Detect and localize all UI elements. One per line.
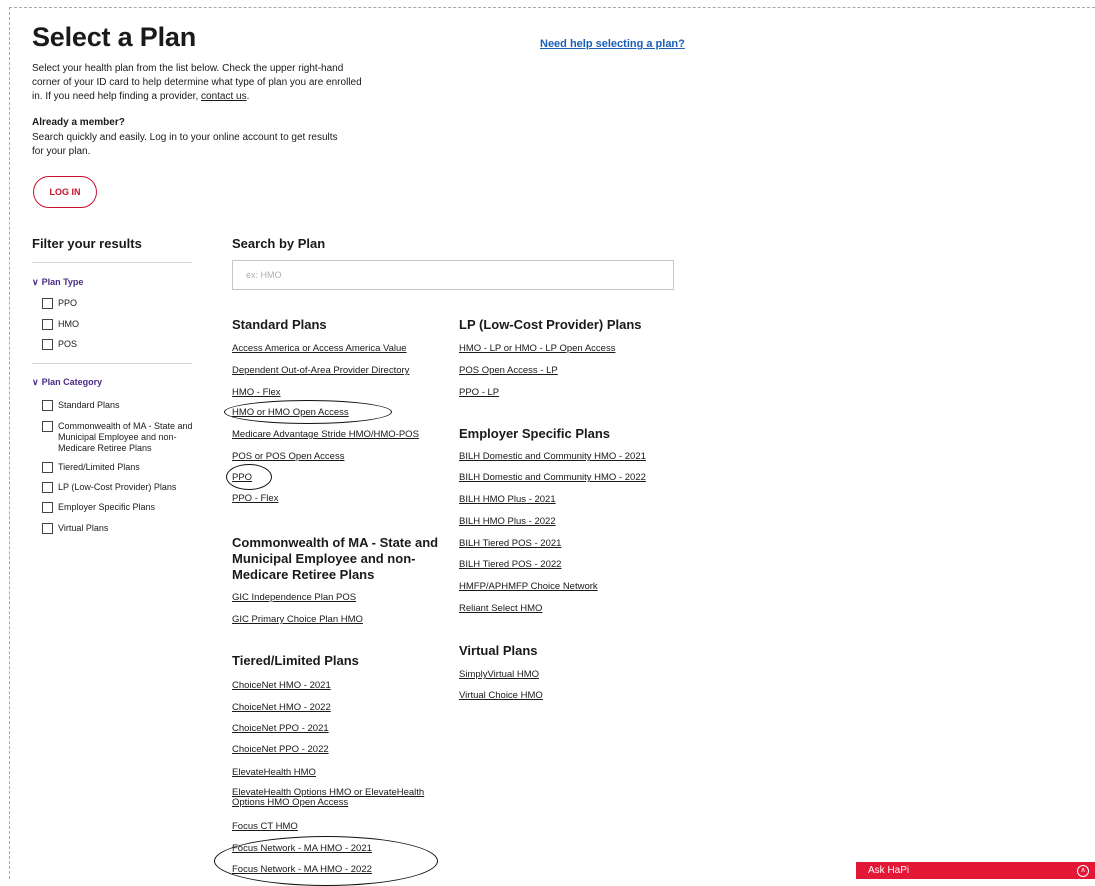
help-selecting-plan-link[interactable]: Need help selecting a plan? — [540, 38, 685, 50]
filter-option-label: Commonwealth of MA - State and Municipal… — [58, 421, 193, 453]
section-heading-virtual: Virtual Plans — [459, 643, 538, 658]
filter-option-label: Employer Specific Plans — [58, 502, 156, 512]
plan-link[interactable]: PPO — [232, 472, 252, 483]
filter-option-ppo[interactable]: PPO — [42, 298, 77, 309]
filter-option-virtual[interactable]: Virtual Plans — [42, 523, 108, 534]
filter-option-label: POS — [58, 339, 78, 349]
filter-option-lp[interactable]: LP (Low-Cost Provider) Plans — [42, 482, 176, 493]
plan-link[interactable]: SimplyVirtual HMO — [459, 669, 539, 680]
plan-link[interactable]: ChoiceNet HMO - 2022 — [232, 702, 331, 713]
chevron-down-icon: ∨ — [32, 277, 39, 287]
chevron-down-icon: ∨ — [32, 377, 39, 387]
plan-link[interactable]: ChoiceNet HMO - 2021 — [232, 680, 331, 691]
plan-link[interactable]: Reliant Select HMO — [459, 603, 542, 614]
checkbox[interactable] — [42, 482, 53, 493]
filter-option-label: LP (Low-Cost Provider) Plans — [58, 482, 177, 492]
ask-hapi-chat-bar[interactable]: Ask HaPi ∧ — [856, 862, 1095, 879]
section-heading-employer: Employer Specific Plans — [459, 426, 611, 441]
section-heading-standard: Standard Plans — [232, 317, 327, 332]
plan-link[interactable]: BILH HMO Plus - 2021 — [459, 494, 556, 505]
plan-link[interactable]: Focus Network - MA HMO - 2022 — [232, 864, 372, 875]
filter-option-commonwealth[interactable]: Commonwealth of MA - State and Municipal… — [42, 421, 202, 454]
plan-link[interactable]: GIC Independence Plan POS — [232, 592, 356, 603]
checkbox[interactable] — [42, 421, 53, 432]
plan-link[interactable]: ChoiceNet PPO - 2022 — [232, 744, 329, 755]
plan-type-toggle[interactable]: ∨ Plan Type — [32, 277, 83, 288]
plan-link[interactable]: Dependent Out-of-Area Provider Directory — [232, 365, 409, 376]
filter-option-pos[interactable]: POS — [42, 339, 77, 350]
filter-option-hmo[interactable]: HMO — [42, 319, 79, 330]
plan-link[interactable]: BILH Tiered POS - 2021 — [459, 538, 561, 549]
plan-link[interactable]: POS or POS Open Access — [232, 451, 344, 462]
filter-divider — [32, 262, 192, 263]
plan-type-label: Plan Type — [41, 277, 84, 287]
dashed-frame-left — [9, 7, 10, 879]
plan-link[interactable]: Focus Network - MA HMO - 2021 — [232, 843, 372, 854]
chevron-up-circle-icon[interactable]: ∧ — [1077, 864, 1089, 877]
intro-text-start: Select your health plan from the list be… — [32, 63, 362, 102]
intro-text: Select your health plan from the list be… — [32, 62, 362, 104]
plan-link[interactable]: HMO - LP or HMO - LP Open Access — [459, 343, 615, 354]
dashed-frame-top — [9, 7, 1095, 8]
checkbox[interactable] — [42, 319, 53, 330]
plan-link[interactable]: BILH HMO Plus - 2022 — [459, 516, 556, 527]
plan-link[interactable]: Access America or Access America Value — [232, 343, 407, 354]
intro-text-end: . — [246, 91, 250, 102]
plan-category-label: Plan Category — [41, 377, 103, 387]
ask-hapi-label: Ask HaPi — [868, 865, 910, 876]
page-title: Select a Plan — [32, 22, 196, 52]
plan-search-input[interactable] — [232, 260, 674, 290]
filter-option-tiered[interactable]: Tiered/Limited Plans — [42, 462, 140, 473]
plan-link[interactable]: Virtual Choice HMO — [459, 690, 543, 701]
checkbox[interactable] — [42, 462, 53, 473]
checkbox[interactable] — [42, 523, 53, 534]
plan-link[interactable]: PPO - Flex — [232, 493, 278, 504]
section-heading-commonwealth: Commonwealth of MA - State and Municipal… — [232, 535, 439, 582]
login-button[interactable]: LOG IN — [33, 176, 97, 208]
filter-option-label: HMO — [58, 319, 79, 329]
filter-divider — [32, 363, 192, 364]
checkbox[interactable] — [42, 400, 53, 411]
plan-link[interactable]: HMO or HMO Open Access — [232, 407, 349, 418]
filter-option-label: Tiered/Limited Plans — [58, 462, 140, 472]
plan-link[interactable]: HMFP/APHMFP Choice Network — [459, 581, 598, 592]
section-heading-lp: LP (Low-Cost Provider) Plans — [459, 317, 642, 332]
plan-category-toggle[interactable]: ∨ Plan Category — [32, 377, 102, 388]
member-heading: Already a member? — [32, 117, 125, 128]
section-heading-tiered: Tiered/Limited Plans — [232, 653, 359, 668]
checkbox[interactable] — [42, 339, 53, 350]
plan-link[interactable]: GIC Primary Choice Plan HMO — [232, 614, 363, 625]
filter-title: Filter your results — [32, 236, 142, 251]
filter-option-label: Virtual Plans — [58, 523, 109, 533]
plan-link[interactable]: BILH Domestic and Community HMO - 2022 — [459, 472, 646, 483]
checkbox[interactable] — [42, 298, 53, 309]
plan-link[interactable]: BILH Tiered POS - 2022 — [459, 559, 561, 570]
plan-link[interactable]: POS Open Access - LP — [459, 365, 558, 376]
plan-link[interactable]: Focus CT HMO — [232, 821, 298, 832]
filter-option-label: Standard Plans — [58, 400, 120, 410]
plan-link[interactable]: ElevateHealth HMO — [232, 767, 316, 778]
filter-option-standard[interactable]: Standard Plans — [42, 400, 120, 411]
plan-link[interactable]: PPO - LP — [459, 387, 499, 398]
filter-option-label: PPO — [58, 298, 78, 308]
plan-link[interactable]: Medicare Advantage Stride HMO/HMO-POS — [232, 429, 419, 440]
plan-link[interactable]: ElevateHealth Options HMO or ElevateHeal… — [232, 788, 457, 808]
filter-option-employer[interactable]: Employer Specific Plans — [42, 502, 155, 513]
plan-link[interactable]: ChoiceNet PPO - 2021 — [232, 723, 329, 734]
contact-us-link[interactable]: contact us — [201, 91, 247, 102]
checkbox[interactable] — [42, 502, 53, 513]
plan-link[interactable]: BILH Domestic and Community HMO - 2021 — [459, 451, 646, 462]
search-heading: Search by Plan — [232, 236, 326, 251]
plan-link[interactable]: HMO - Flex — [232, 387, 281, 398]
member-text: Search quickly and easily. Log in to you… — [32, 132, 338, 157]
